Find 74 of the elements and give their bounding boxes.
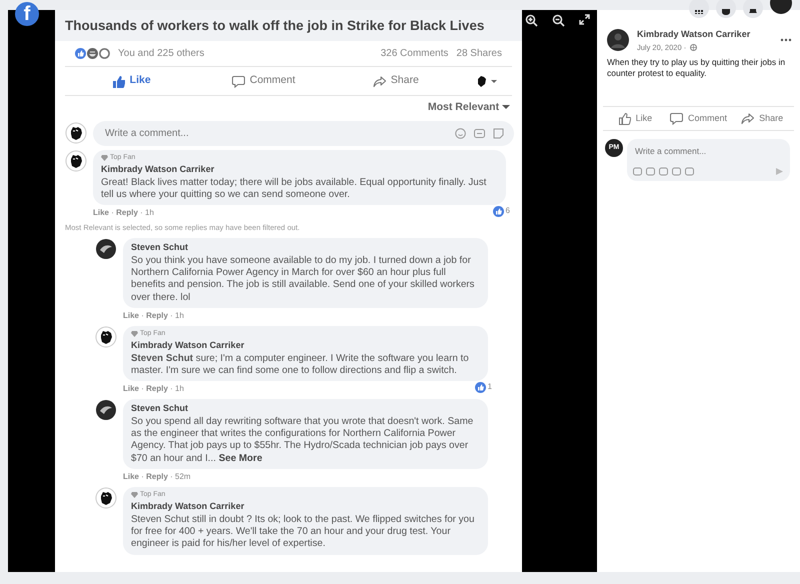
facebook-logo: f — [15, 2, 39, 26]
comment-icon[interactable] — [670, 112, 683, 125]
like-link[interactable]: Like — [93, 207, 110, 220]
reply-link[interactable]: Reply — [146, 470, 168, 483]
reply-link[interactable]: Reply — [146, 383, 168, 396]
post-text: When they try to play us by quitting their jobs in counter protest to equality. — [606, 56, 786, 80]
avatar-icon — [95, 486, 117, 509]
globe-icon — [690, 44, 698, 51]
comment-time: · 1h — [169, 383, 184, 396]
share-icon[interactable] — [741, 112, 754, 125]
comment-text: Great! Black lives matter today; there will be jobs available. Equal opportunity finally. Just tell us where your quitting so we can send someone over. — [101, 176, 488, 202]
caret-icon — [502, 104, 510, 110]
zoom-in-icon[interactable] — [525, 14, 538, 27]
comment-text: So you spend all day rewriting software that you wrote that doesn't work. Same as the engineer that writes the configurations for Northern California Power Agency. That job pays up to $55hr. The Hydro/Scada technician job pays over $70 an hour and I... See More — [131, 416, 474, 465]
comment-time: · 1h — [169, 310, 184, 322]
comment-icon[interactable] — [232, 74, 245, 88]
avatar-icon — [95, 399, 117, 422]
diamond-icon — [131, 492, 138, 498]
separator: · — [140, 470, 145, 483]
like-reaction-icon — [474, 382, 486, 393]
reactions-count[interactable]: You and 225 others — [118, 46, 381, 62]
comment-author[interactable]: Kimbrady Watson Carriker — [131, 500, 478, 514]
avatar-icon — [95, 238, 117, 260]
thumbs-up-icon[interactable] — [618, 112, 631, 125]
reaction-count: 6 — [506, 205, 510, 218]
diamond-icon — [131, 331, 138, 338]
shares-count[interactable]: 28 Shares — [456, 46, 502, 62]
avatar-dropdown-icon[interactable] — [476, 74, 498, 88]
comment-author[interactable]: Steven Schut — [131, 241, 478, 255]
see-more-link[interactable]: See More — [218, 452, 262, 464]
avatar-icon — [607, 29, 629, 52]
comment-button[interactable]: Comment — [197, 70, 330, 92]
avatar-icon — [65, 122, 87, 144]
comment-author[interactable]: Kimbrady Watson Carriker — [131, 339, 478, 353]
comment-text: So you think you have someone available to do my job. I turned down a job for Northern California Power Agency in March for over $60 an hour plus full benefits and pension. The job is still available. Send one of your skilled workers over there. lol — [131, 254, 476, 304]
like-link[interactable]: Like — [123, 310, 140, 322]
like-button[interactable]: Like — [65, 70, 198, 92]
sort-dropdown[interactable]: Most Relevant — [428, 101, 510, 113]
comments-count[interactable]: 326 Comments — [380, 46, 448, 62]
like-reaction-icon — [75, 48, 86, 60]
comment-author[interactable]: Kimbrady Watson Carriker — [101, 163, 496, 177]
apps-grid-icon[interactable] — [689, 0, 709, 18]
diamond-icon — [101, 155, 108, 161]
comment-author[interactable]: Steven Schut — [131, 402, 478, 416]
share-button[interactable]: Share — [330, 70, 462, 92]
comment-text: Steven Schut sure; I'm a computer engineer. I Write the software you learn to master. I'm sure we can find some one to follow directions and flip a switch. — [131, 352, 470, 378]
comment-input[interactable]: Write a comment... — [633, 144, 784, 159]
reaction-count: 1 — [488, 381, 492, 394]
like-link[interactable]: Like — [123, 470, 140, 483]
separator: · — [110, 207, 115, 220]
avatar-icon — [95, 326, 117, 348]
comment-composer[interactable]: Write a comment... — [627, 139, 790, 181]
comment-time: · 1h — [139, 207, 154, 220]
separator: · — [140, 310, 145, 322]
thumbs-up-icon[interactable] — [112, 74, 125, 88]
comment-button[interactable]: Comment — [666, 108, 730, 128]
avatar-icon — [65, 150, 87, 172]
reply-link[interactable]: Reply — [146, 310, 168, 322]
like-reaction-icon — [492, 206, 504, 217]
like-link[interactable]: Like — [123, 383, 140, 396]
comment-input[interactable]: Write a comment... — [103, 124, 455, 142]
comment-time: · 52m — [169, 470, 191, 483]
more-options-icon[interactable] — [780, 38, 792, 42]
comment-composer[interactable]: Write a comment... — [93, 120, 514, 146]
zoom-out-icon[interactable] — [552, 14, 565, 27]
separator: · — [140, 383, 145, 396]
share-button[interactable]: Share — [730, 108, 794, 128]
post-author[interactable]: Kimbrady Watson Carriker — [637, 28, 772, 42]
post-title: Thousands of workers to walk off the job in Strike for Black Lives — [55, 10, 522, 42]
comment-text: Steven Schut still in doubt ? Its ok; look to the past. We flipped switches for you for free for 400 + years. We'll take the 70 an hour and your drug test. Your engineer is paid for his/her level of expertise. — [131, 514, 476, 551]
reply-link[interactable]: Reply — [116, 207, 138, 220]
like-button[interactable]: Like — [603, 108, 667, 128]
fullscreen-icon[interactable] — [579, 14, 590, 25]
share-icon[interactable] — [372, 74, 386, 88]
